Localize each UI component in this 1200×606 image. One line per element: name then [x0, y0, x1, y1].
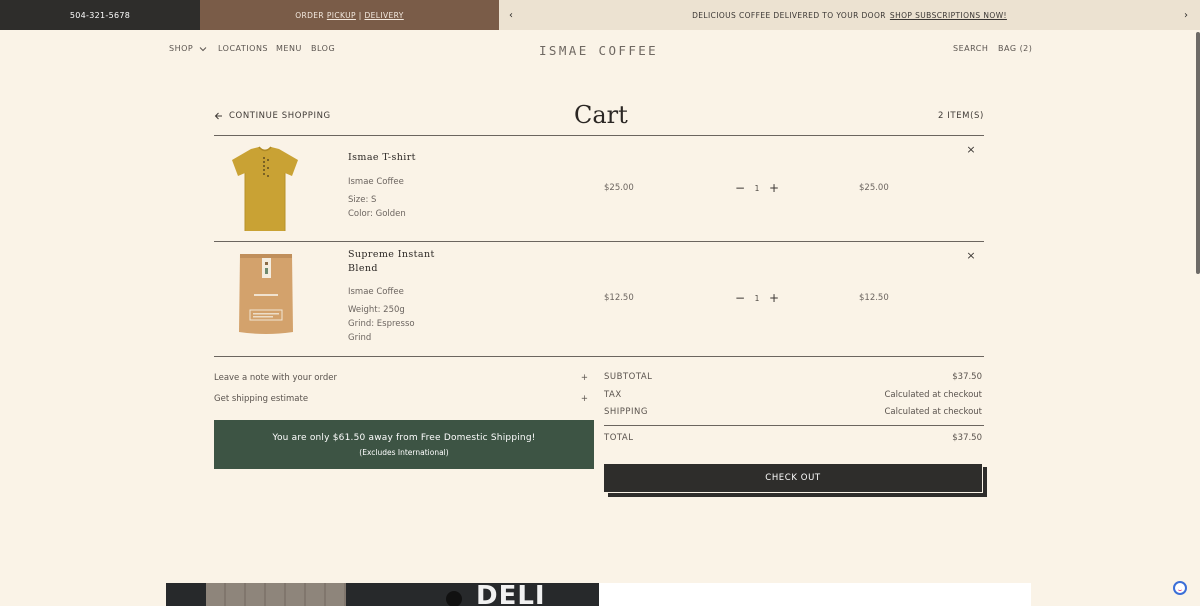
- continue-shopping-link[interactable]: CONTINUE SHOPPING: [214, 111, 331, 121]
- divider: [214, 135, 984, 136]
- nav-bag[interactable]: BAG (2): [998, 44, 1032, 53]
- promo-banner: DELICIOUS COFFEE DELIVERED TO YOUR DOOR S…: [499, 0, 1200, 30]
- nav-locations[interactable]: LOCATIONS: [218, 44, 268, 53]
- chat-widget-icon[interactable]: [1173, 581, 1187, 595]
- shipping-value: Calculated at checkout: [884, 407, 982, 417]
- nav-shop[interactable]: SHOP: [169, 44, 207, 53]
- quantity-value[interactable]: 1: [747, 294, 767, 303]
- deli-sign: DELI: [476, 583, 546, 606]
- sign-ornament: [446, 591, 462, 606]
- item-option-color: Color: Golden: [348, 209, 406, 219]
- increase-quantity-button[interactable]: +: [767, 181, 781, 195]
- quantity-value[interactable]: 1: [747, 184, 767, 193]
- page-title: Cart: [574, 101, 628, 129]
- storefront-photo: DELI: [166, 583, 599, 606]
- chevron-right-icon: ›: [1184, 9, 1188, 21]
- tax-label: TAX: [604, 390, 622, 400]
- phone-number[interactable]: 504-321-5678: [0, 0, 200, 30]
- arrow-left-icon: [214, 112, 222, 120]
- decrease-quantity-button[interactable]: −: [733, 291, 747, 305]
- item-price: $25.00: [604, 183, 634, 193]
- delivery-link[interactable]: DELIVERY: [364, 11, 403, 20]
- subtotal-value: $37.50: [952, 372, 982, 382]
- chevron-down-icon: [199, 46, 207, 51]
- coffee-bag-product-image[interactable]: [237, 252, 295, 336]
- pickup-link[interactable]: PICKUP: [327, 11, 356, 20]
- free-shipping-banner: You are only $61.50 away from Free Domes…: [214, 420, 594, 469]
- chevron-left-icon: ‹: [509, 9, 513, 21]
- scrollbar-thumb[interactable]: [1196, 32, 1200, 274]
- promo-next-button[interactable]: ›: [1178, 0, 1194, 30]
- order-note-toggle[interactable]: Leave a note with your order +: [214, 371, 588, 385]
- total-label: TOTAL: [604, 433, 634, 443]
- phone-text: 504-321-5678: [69, 10, 131, 20]
- nav-menu[interactable]: MENU: [276, 44, 302, 53]
- nav-shop-label: SHOP: [169, 44, 194, 53]
- item-name[interactable]: Supreme Instant Blend: [348, 248, 458, 276]
- checkout-button[interactable]: CHECK OUT: [603, 463, 983, 493]
- brand-logo[interactable]: ISMAE COFFEE: [539, 43, 658, 58]
- nav-search[interactable]: SEARCH: [953, 44, 988, 53]
- item-option-grind: Grind: Espresso Grind: [348, 319, 415, 343]
- item-vendor: Ismae Coffee: [348, 177, 404, 187]
- total-value: $37.50: [952, 433, 982, 443]
- shipping-label: SHIPPING: [604, 407, 648, 417]
- tshirt-product-image[interactable]: [229, 145, 301, 233]
- item-line-total: $12.50: [859, 293, 889, 303]
- close-icon: ×: [966, 249, 976, 262]
- item-option-weight: Weight: 250g: [348, 305, 405, 315]
- order-note-label: Leave a note with your order: [214, 373, 337, 383]
- plus-icon: +: [580, 373, 588, 383]
- subtotal-label: SUBTOTAL: [604, 372, 653, 382]
- remove-item-button[interactable]: ×: [965, 249, 977, 262]
- divider: [214, 356, 984, 357]
- tax-value: Calculated at checkout: [884, 390, 982, 400]
- divider: [604, 425, 984, 426]
- promo-prev-button[interactable]: ‹: [503, 0, 519, 30]
- quantity-stepper: − 1 +: [733, 291, 781, 305]
- item-line-total: $25.00: [859, 183, 889, 193]
- shipping-estimate-toggle[interactable]: Get shipping estimate +: [214, 392, 588, 406]
- nav-blog[interactable]: BLOG: [311, 44, 335, 53]
- plus-icon: +: [580, 394, 588, 404]
- remove-item-button[interactable]: ×: [965, 143, 977, 156]
- order-prefix: ORDER: [295, 10, 325, 20]
- promo-text: DELICIOUS COFFEE DELIVERED TO YOUR DOOR: [692, 10, 886, 20]
- brick-wall: [206, 583, 346, 606]
- quantity-stepper: − 1 +: [733, 181, 781, 195]
- item-count: 2 ITEM(S): [938, 111, 984, 121]
- continue-shopping-label: CONTINUE SHOPPING: [229, 111, 331, 121]
- order-separator: |: [358, 10, 362, 20]
- item-name[interactable]: Ismae T-shirt: [348, 151, 458, 165]
- footer-panel: [599, 583, 1031, 606]
- order-links: ORDER PICKUP | DELIVERY: [200, 0, 499, 30]
- item-vendor: Ismae Coffee: [348, 287, 404, 297]
- shipping-estimate-label: Get shipping estimate: [214, 394, 309, 404]
- announcement-bar: 504-321-5678 ORDER PICKUP | DELIVERY DEL…: [0, 0, 1200, 30]
- item-option-size: Size: S: [348, 195, 377, 205]
- decrease-quantity-button[interactable]: −: [733, 181, 747, 195]
- free-shipping-note: (Excludes International): [359, 447, 449, 457]
- divider: [214, 241, 984, 242]
- increase-quantity-button[interactable]: +: [767, 291, 781, 305]
- shop-subscriptions-link[interactable]: SHOP SUBSCRIPTIONS NOW!: [890, 11, 1007, 20]
- close-icon: ×: [966, 143, 976, 156]
- free-shipping-message: You are only $61.50 away from Free Domes…: [272, 432, 536, 443]
- item-price: $12.50: [604, 293, 634, 303]
